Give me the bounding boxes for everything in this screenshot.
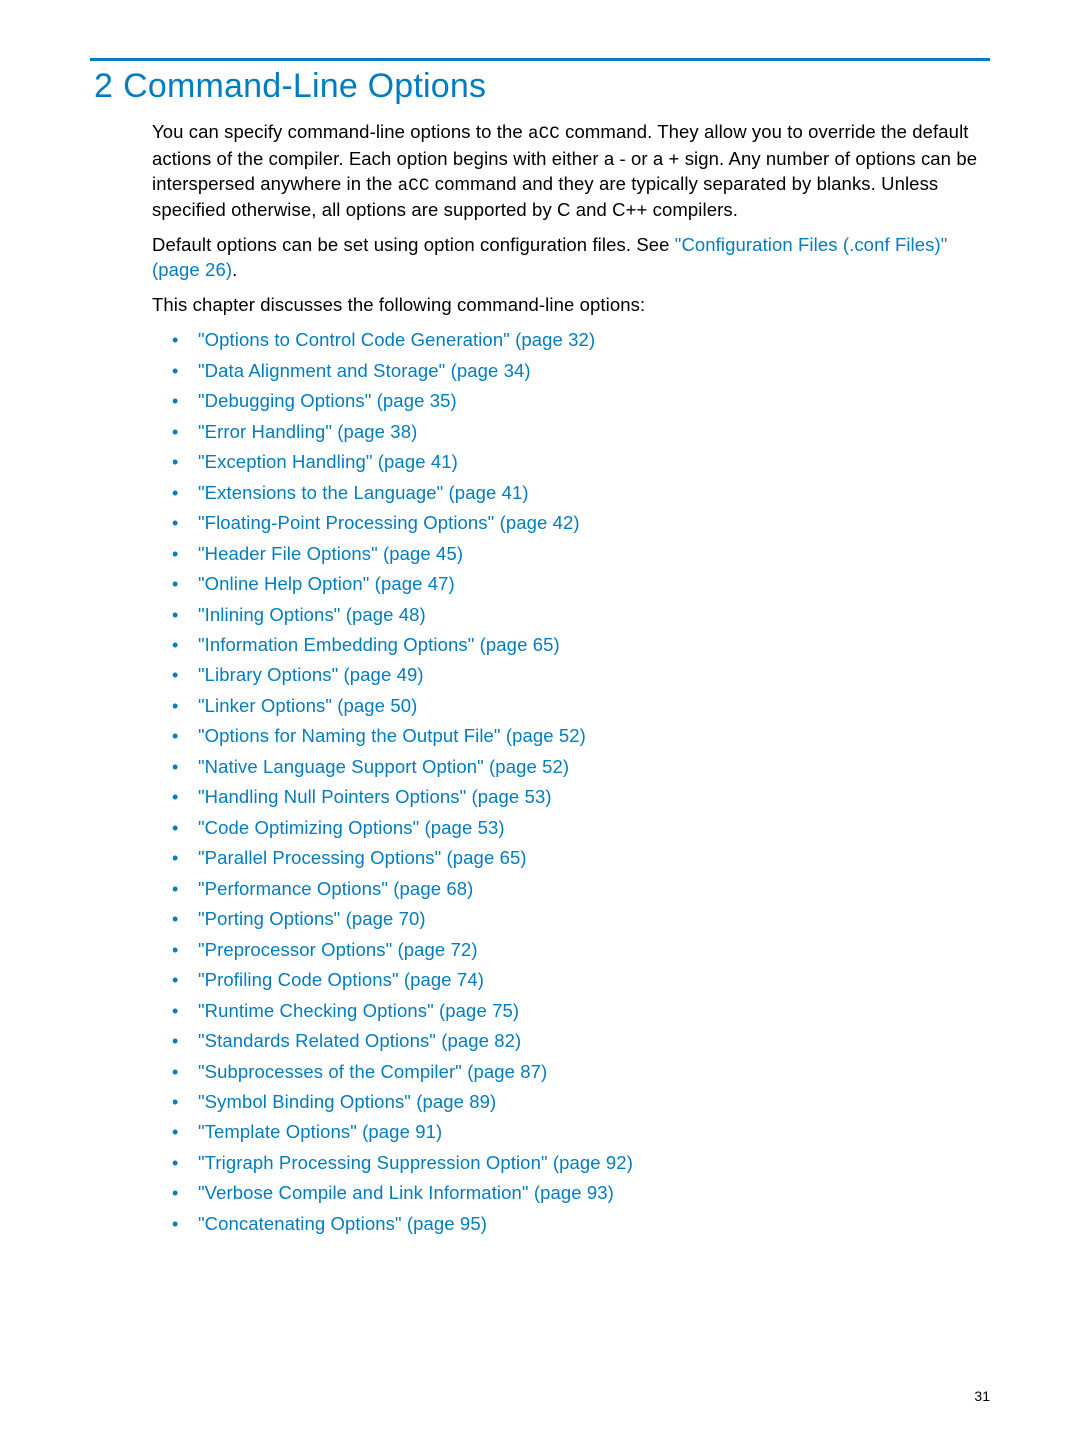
toc-item: "Template Options" (page 91) [172,1120,990,1145]
toc-link[interactable]: "Error Handling" (page 38) [198,421,417,442]
toc-link[interactable]: "Exception Handling" (page 41) [198,451,458,472]
toc-link[interactable]: "Code Optimizing Options" (page 53) [198,817,505,838]
toc-item: "Online Help Option" (page 47) [172,572,990,597]
toc-link[interactable]: "Header File Options" (page 45) [198,543,463,564]
toc-item: "Exception Handling" (page 41) [172,450,990,475]
toc-item: "Concatenating Options" (page 95) [172,1212,990,1237]
toc-link[interactable]: "Extensions to the Language" (page 41) [198,482,529,503]
chapter-title-text: Command-Line Options [123,67,486,105]
body: You can specify command-line options to … [152,120,990,1237]
toc-item: "Floating-Point Processing Options" (pag… [172,511,990,536]
top-rule [90,58,990,61]
toc-item: "Native Language Support Option" (page 5… [172,755,990,780]
p1-code-acc-1: aCC [528,124,560,144]
toc-item: "Header File Options" (page 45) [172,542,990,567]
toc-link[interactable]: "Trigraph Processing Suppression Option"… [198,1152,633,1173]
toc-link[interactable]: "Online Help Option" (page 47) [198,573,455,594]
intro-paragraph-2: Default options can be set using option … [152,233,990,283]
toc-item: "Parallel Processing Options" (page 65) [172,846,990,871]
toc-link[interactable]: "Linker Options" (page 50) [198,695,417,716]
toc-item: "Linker Options" (page 50) [172,694,990,719]
intro-paragraph-1: You can specify command-line options to … [152,120,990,223]
toc-item: "Options to Control Code Generation" (pa… [172,328,990,353]
toc-item: "Data Alignment and Storage" (page 34) [172,359,990,384]
toc-item: "Library Options" (page 49) [172,663,990,688]
toc-link[interactable]: "Concatenating Options" (page 95) [198,1213,487,1234]
toc-item: "Profiling Code Options" (page 74) [172,968,990,993]
page-number: 31 [974,1388,990,1404]
toc-item: "Verbose Compile and Link Information" (… [172,1181,990,1206]
toc-link[interactable]: "Data Alignment and Storage" (page 34) [198,360,531,381]
toc-list: "Options to Control Code Generation" (pa… [172,328,990,1237]
toc-link[interactable]: "Library Options" (page 49) [198,664,424,685]
toc-item: "Handling Null Pointers Options" (page 5… [172,785,990,810]
toc-link[interactable]: "Symbol Binding Options" (page 89) [198,1091,496,1112]
toc-link[interactable]: "Verbose Compile and Link Information" (… [198,1182,614,1203]
toc-item: "Standards Related Options" (page 82) [172,1029,990,1054]
toc-link[interactable]: "Debugging Options" (page 35) [198,390,457,411]
toc-link[interactable]: "Preprocessor Options" (page 72) [198,939,478,960]
toc-item: "Symbol Binding Options" (page 89) [172,1090,990,1115]
toc-item: "Preprocessor Options" (page 72) [172,938,990,963]
toc-link[interactable]: "Standards Related Options" (page 82) [198,1030,521,1051]
toc-link[interactable]: "Floating-Point Processing Options" (pag… [198,512,580,533]
chapter-number: 2 [94,67,113,105]
toc-item: "Porting Options" (page 70) [172,907,990,932]
toc-item: "Runtime Checking Options" (page 75) [172,999,990,1024]
toc-link[interactable]: "Options to Control Code Generation" (pa… [198,329,595,350]
toc-item: "Trigraph Processing Suppression Option"… [172,1151,990,1176]
toc-link[interactable]: "Performance Options" (page 68) [198,878,473,899]
toc-item: "Debugging Options" (page 35) [172,389,990,414]
toc-link[interactable]: "Native Language Support Option" (page 5… [198,756,569,777]
toc-item: "Inlining Options" (page 48) [172,603,990,628]
chapter-heading: 2 Command-Line Options [94,67,990,106]
toc-item: "Performance Options" (page 68) [172,877,990,902]
toc-link[interactable]: "Information Embedding Options" (page 65… [198,634,560,655]
toc-link[interactable]: "Handling Null Pointers Options" (page 5… [198,786,552,807]
toc-link[interactable]: "Inlining Options" (page 48) [198,604,426,625]
page: 2 Command-Line Options You can specify co… [0,0,1080,1438]
p2-text-b: . [232,259,237,280]
toc-link[interactable]: "Template Options" (page 91) [198,1121,442,1142]
toc-link[interactable]: "Options for Naming the Output File" (pa… [198,725,586,746]
p1-text-a: You can specify command-line options to … [152,121,528,142]
toc-link[interactable]: "Porting Options" (page 70) [198,908,426,929]
toc-link[interactable]: "Runtime Checking Options" (page 75) [198,1000,519,1021]
toc-item: "Subprocesses of the Compiler" (page 87) [172,1060,990,1085]
p1-code-acc-2: aCC [398,176,430,196]
toc-item: "Extensions to the Language" (page 41) [172,481,990,506]
toc-item: "Code Optimizing Options" (page 53) [172,816,990,841]
intro-paragraph-3: This chapter discusses the following com… [152,293,990,318]
toc-link[interactable]: "Parallel Processing Options" (page 65) [198,847,527,868]
toc-link[interactable]: "Subprocesses of the Compiler" (page 87) [198,1061,547,1082]
p2-text-a: Default options can be set using option … [152,234,675,255]
toc-item: "Information Embedding Options" (page 65… [172,633,990,658]
toc-item: "Error Handling" (page 38) [172,420,990,445]
toc-link[interactable]: "Profiling Code Options" (page 74) [198,969,484,990]
toc-item: "Options for Naming the Output File" (pa… [172,724,990,749]
